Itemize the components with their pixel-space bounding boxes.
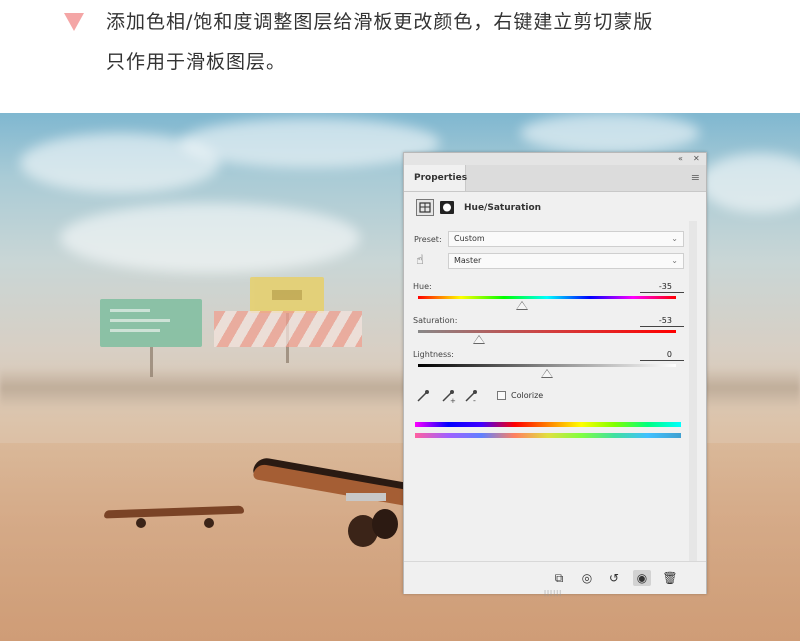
colorize-checkbox[interactable] <box>497 391 506 400</box>
hand-targeted-adjustment-icon[interactable]: ☝ <box>416 254 424 268</box>
resize-grip[interactable]: |||||| <box>544 590 562 597</box>
hue-value-field[interactable]: -35 <box>640 281 684 293</box>
clip-to-layer-icon[interactable]: ⧉ <box>550 570 568 586</box>
adjustment-title: Hue/Saturation <box>464 203 542 213</box>
channel-value: Master <box>454 256 482 265</box>
adjustment-layer-icon[interactable] <box>416 199 434 216</box>
close-icon[interactable]: ✕ <box>693 153 700 165</box>
output-color-bar <box>415 433 681 438</box>
collapse-icon[interactable]: « <box>678 153 683 165</box>
channel-dropdown[interactable]: Master ⌄ <box>448 253 684 269</box>
hue-label: Hue: <box>413 282 432 291</box>
chevron-down-icon: ⌄ <box>671 256 678 265</box>
saturation-slider-thumb[interactable] <box>472 335 485 344</box>
instruction-line-1: 添加色相/饱和度调整图层给滑板更改颜色，右键建立剪切蒙版 <box>106 11 654 33</box>
tab-properties[interactable]: Properties <box>404 165 467 191</box>
properties-panel: « ✕ Properties ≡ Hue/Saturation Preset: … <box>403 152 707 597</box>
layer-mask-icon[interactable] <box>438 199 456 216</box>
eyedropper-subtract-icon[interactable]: - <box>464 389 480 406</box>
colorize-label: Colorize <box>511 391 544 400</box>
chevron-board <box>214 311 362 347</box>
input-color-bar <box>415 422 681 427</box>
lightness-slider-thumb[interactable] <box>541 369 553 378</box>
eyedropper-icon[interactable] <box>416 389 430 406</box>
svg-text:+: + <box>450 397 456 403</box>
lightness-label: Lightness: <box>413 350 454 359</box>
eyedropper-add-icon[interactable]: + <box>441 389 457 406</box>
step-triangle-icon <box>64 13 84 31</box>
panel-menu-icon[interactable]: ≡ <box>691 172 700 183</box>
instruction-line-2: 只作用于滑板图层。 <box>106 51 287 73</box>
preset-value: Custom <box>454 234 485 243</box>
road-sign <box>100 299 202 347</box>
delete-trash-icon[interactable]: 🗑 <box>661 570 679 586</box>
hue-slider-thumb[interactable] <box>515 301 528 310</box>
saturation-label: Saturation: <box>413 316 458 325</box>
panel-scrollbar[interactable] <box>689 221 697 561</box>
svg-text:-: - <box>473 396 476 403</box>
reset-icon[interactable]: ↺ <box>605 570 623 586</box>
lightness-value-field[interactable]: 0 <box>640 349 684 361</box>
visibility-eye-icon[interactable]: ◉ <box>633 570 651 586</box>
preset-label: Preset: <box>414 235 442 244</box>
hue-slider-track[interactable] <box>418 296 676 299</box>
view-previous-state-icon[interactable]: ◎ <box>578 570 596 586</box>
lightness-slider-track[interactable] <box>418 364 676 367</box>
chevron-down-icon: ⌄ <box>671 234 678 243</box>
preset-dropdown[interactable]: Custom ⌄ <box>448 231 684 247</box>
arrow-sign <box>250 277 324 313</box>
saturation-value-field[interactable]: -53 <box>640 315 684 327</box>
saturation-slider-track[interactable] <box>418 330 676 333</box>
